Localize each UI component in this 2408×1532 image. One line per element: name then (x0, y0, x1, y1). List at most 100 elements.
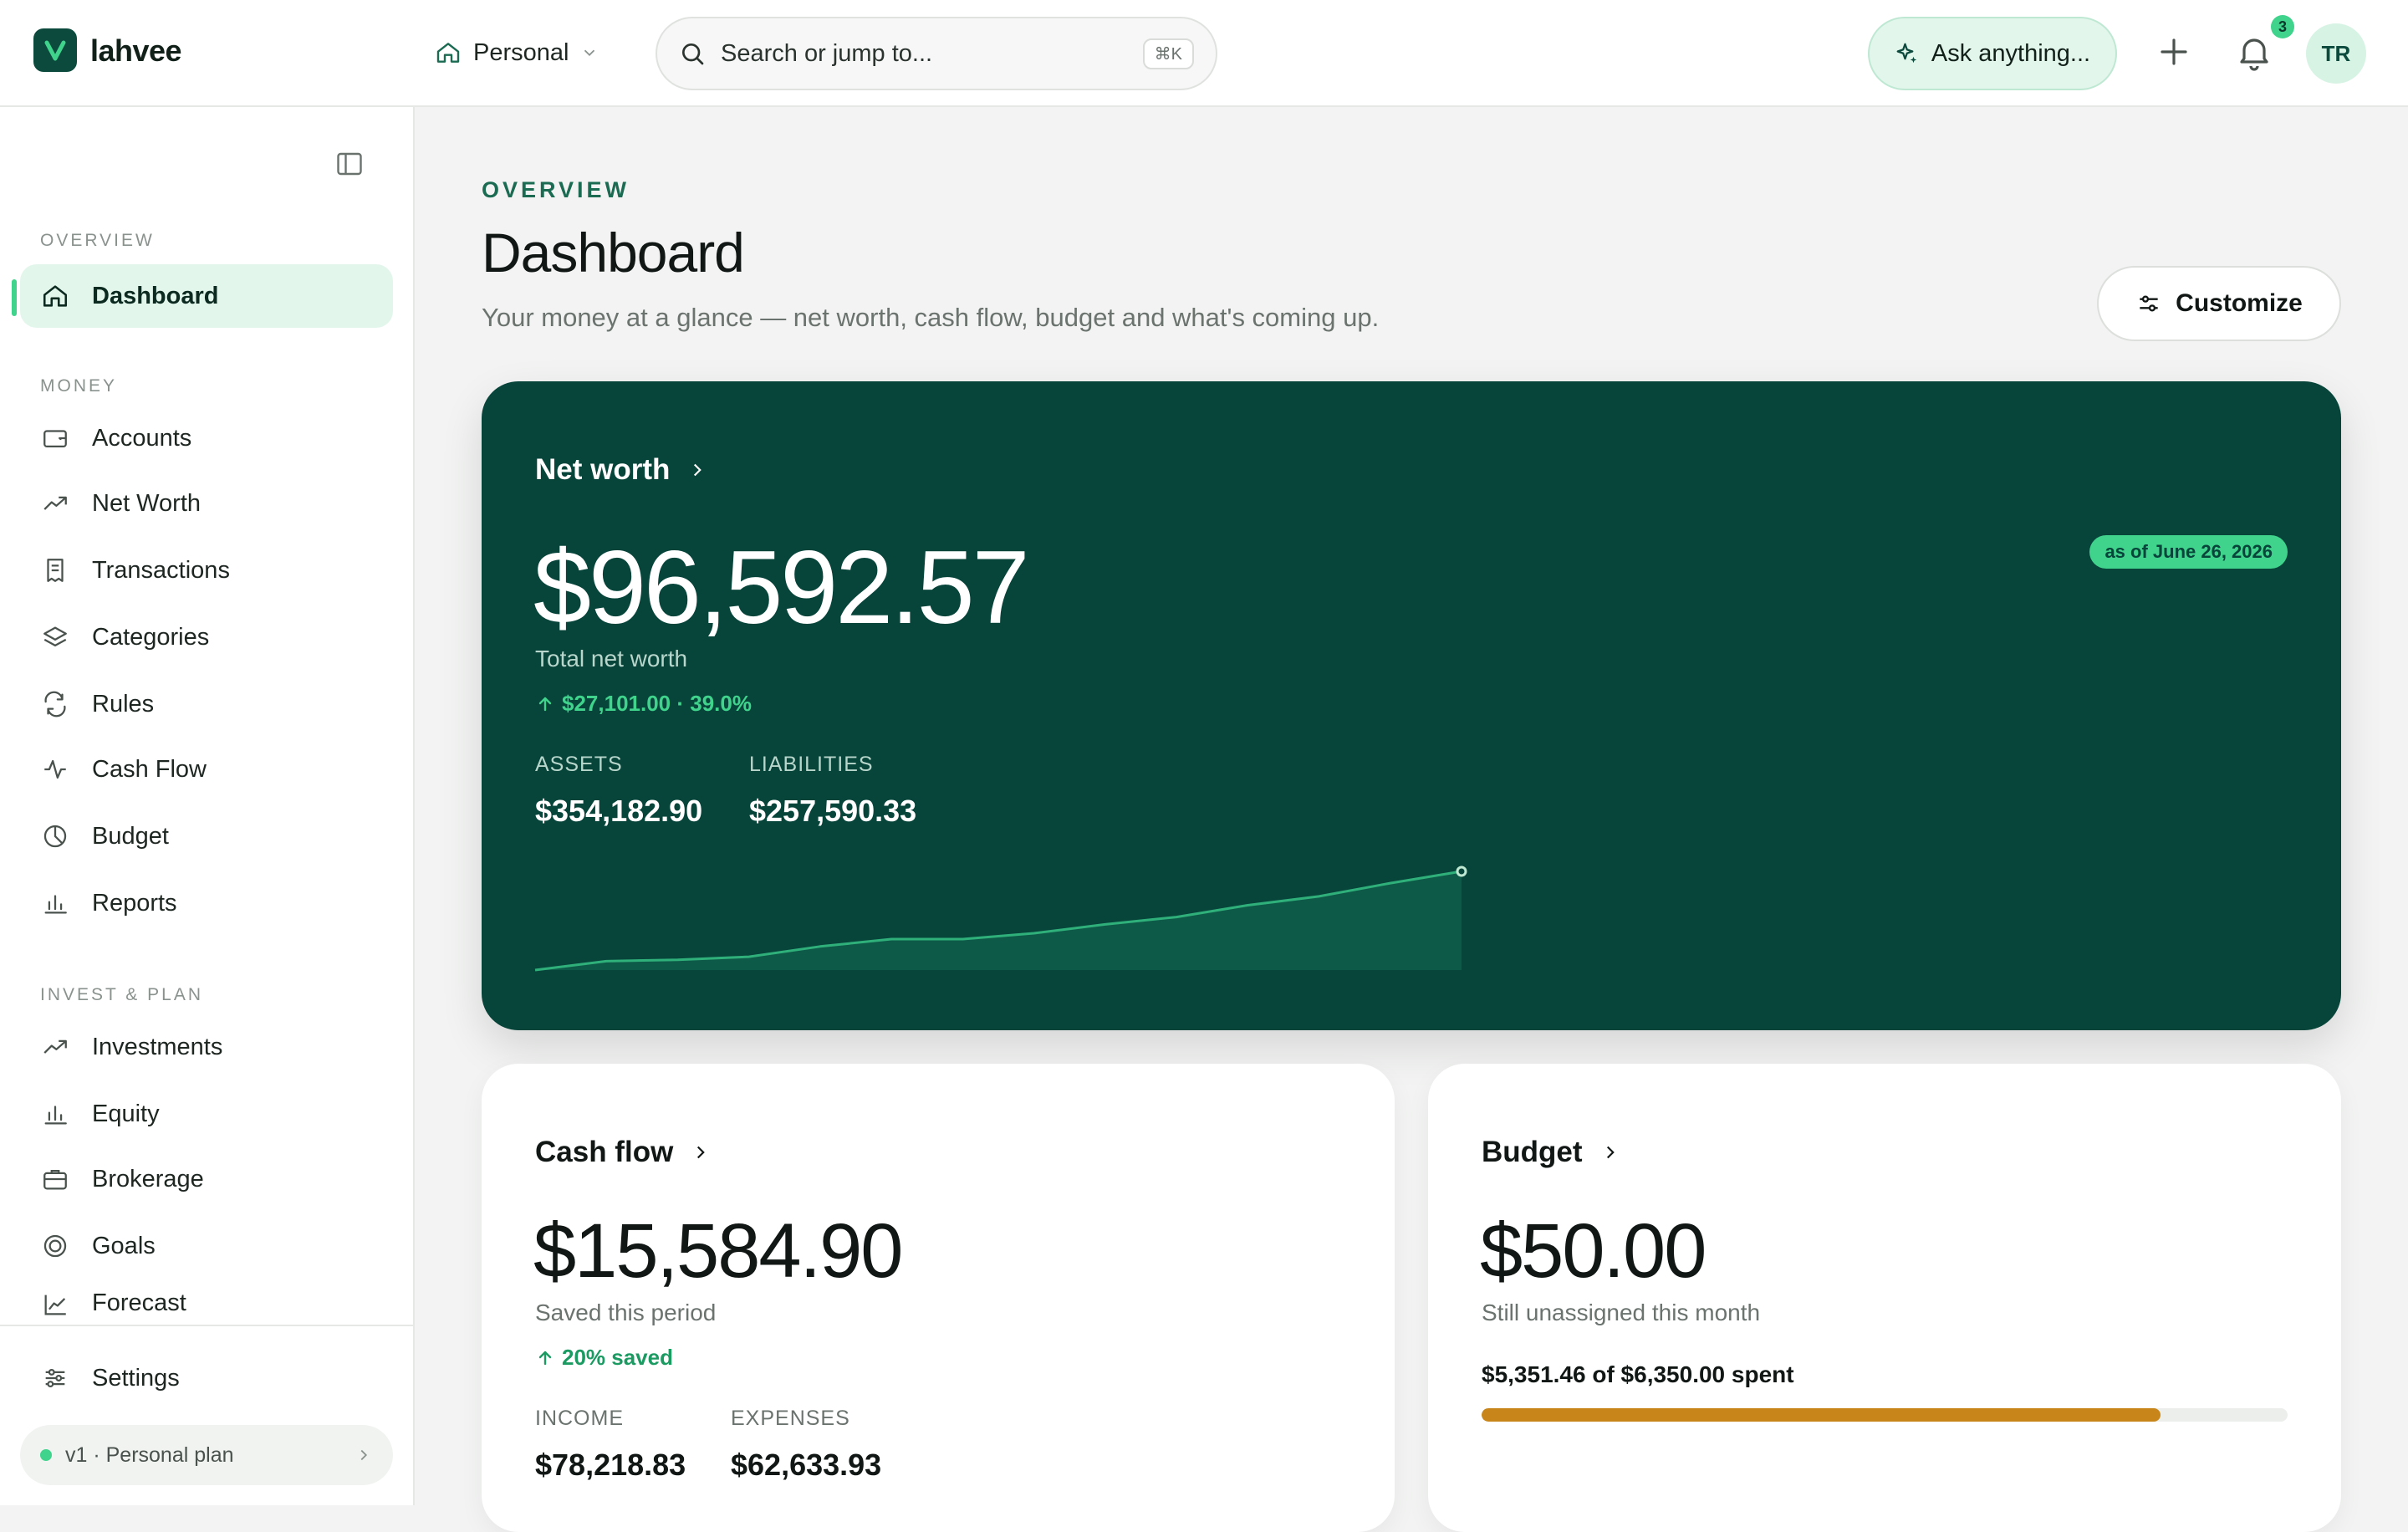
plan-badge[interactable]: v1 · Personal plan (20, 1425, 393, 1485)
top-bar: lahvee Personal Search or jump to... ⌘K … (0, 0, 2408, 107)
target-icon (43, 1234, 67, 1258)
sidebar-item-brokerage[interactable]: Brokerage (20, 1147, 393, 1211)
arrow-up-icon (538, 1351, 552, 1365)
sidebar-item-investments[interactable]: Investments (20, 1015, 393, 1079)
workspace-switcher[interactable]: Personal (435, 33, 599, 72)
plus-icon (2161, 38, 2187, 65)
sidebar-item-equity[interactable]: Equity (20, 1082, 393, 1146)
chevron-right-icon (697, 1146, 706, 1159)
sidebar-item-label: Dashboard (92, 282, 219, 309)
net-worth-value: $96,592.57 (533, 530, 1030, 646)
collapse-sidebar-button[interactable] (334, 149, 365, 179)
cash-flow-header[interactable]: Cash flow (535, 1136, 712, 1169)
sidebar-item-label: Categories (92, 623, 210, 651)
plan-status-dot (40, 1449, 52, 1461)
plan-label: v1 · Personal plan (65, 1443, 234, 1467)
workspace-name: Personal (473, 38, 569, 66)
search-shortcut: ⌘K (1142, 38, 1194, 69)
home-icon (436, 43, 460, 63)
budget-card: Budget $50.00 Still unassigned this mont… (1428, 1064, 2341, 1532)
page-eyebrow: OVERVIEW (482, 177, 630, 202)
liabilities-label: LIABILITIES (749, 753, 874, 776)
customize-button[interactable]: Customize (2097, 266, 2341, 341)
budget-label: Still unassigned this month (1482, 1300, 1761, 1325)
sidebar-divider (0, 1325, 415, 1326)
sidebar-item-goals[interactable]: Goals (20, 1214, 393, 1278)
cash-flow-label: Saved this period (535, 1300, 717, 1325)
expenses-stat: EXPENSES $62,633.93 (731, 1407, 881, 1483)
section-money-label: MONEY (40, 376, 118, 396)
sidebar-item-label: Rules (92, 690, 155, 717)
sidebar-item-label: Budget (92, 822, 169, 850)
notifications-button[interactable] (2234, 32, 2274, 72)
sparkline-area (535, 871, 1462, 970)
budget-progress-fill (1482, 1408, 2161, 1422)
chevron-right-icon (1606, 1146, 1615, 1159)
ask-anything-button[interactable]: Ask anything... (1868, 17, 2117, 90)
net-worth-header[interactable]: Net worth (535, 453, 708, 487)
search-input[interactable]: Search or jump to... (721, 40, 1128, 68)
cash-flow-value: $15,584.90 (533, 1208, 903, 1294)
line-chart-icon (44, 1295, 66, 1315)
sidebar-item-net-worth[interactable]: Net Worth (20, 472, 393, 535)
brand-logo[interactable] (33, 28, 77, 72)
sidebar-item-rules[interactable]: Rules (20, 672, 393, 736)
sidebar-item-accounts[interactable]: Accounts (20, 406, 393, 470)
sidebar-item-forecast[interactable]: Forecast (20, 1279, 393, 1325)
budget-value: $50.00 (1480, 1208, 1707, 1294)
cash-flow-change: 20% saved (535, 1345, 673, 1371)
sidebar-item-label: Brokerage (92, 1165, 204, 1192)
sparkline-end-point (1456, 866, 1467, 877)
sidebar-item-label: Forecast (92, 1289, 186, 1316)
sidebar: OVERVIEW Dashboard MONEY Accounts Net Wo… (0, 107, 415, 1505)
active-indicator (12, 279, 17, 316)
arrow-up-icon (538, 697, 552, 711)
ask-anything-label: Ask anything... (1931, 39, 2091, 67)
bar-chart-icon (44, 895, 67, 914)
home-icon (43, 285, 68, 307)
sidebar-item-label: Net Worth (92, 489, 202, 517)
user-avatar[interactable]: TR (2306, 23, 2366, 84)
net-worth-change-value: $27,101.00 · 39.0% (562, 691, 752, 716)
sidebar-item-budget[interactable]: Budget (20, 804, 393, 868)
trending-up-icon (43, 496, 67, 510)
budget-spent-text: $5,351.46 of $6,350.00 spent (1482, 1361, 1794, 1387)
add-button[interactable] (2154, 32, 2194, 72)
page-subtitle: Your money at a glance — net worth, cash… (482, 303, 1380, 332)
logo-v-icon (44, 40, 66, 61)
sidebar-item-label: Settings (92, 1364, 180, 1392)
sidebar-item-reports[interactable]: Reports (20, 871, 393, 935)
page-title: Dashboard (482, 222, 745, 283)
expenses-label: EXPENSES (731, 1407, 850, 1430)
cash-flow-card: Cash flow $15,584.90 Saved this period 2… (482, 1064, 1395, 1532)
search-bar[interactable]: Search or jump to... ⌘K (656, 17, 1217, 90)
sidebar-item-dashboard[interactable]: Dashboard (20, 264, 393, 328)
customize-label: Customize (2176, 289, 2303, 317)
wallet-icon (43, 430, 67, 448)
budget-header[interactable]: Budget (1482, 1136, 1621, 1169)
cash-flow-title: Cash flow (535, 1136, 674, 1168)
budget-title: Budget (1482, 1136, 1583, 1168)
budget-progress-track (1482, 1408, 2288, 1422)
net-worth-title: Net worth (535, 453, 671, 486)
expenses-value: $62,633.93 (731, 1448, 882, 1482)
liabilities-value: $257,590.33 (749, 794, 917, 828)
net-worth-card: Net worth as of June 26, 2026 $96,592.57… (482, 381, 2341, 1030)
sidebar-item-label: Equity (92, 1100, 160, 1127)
activity-icon (44, 759, 66, 779)
cash-flow-change-value: 20% saved (562, 1345, 673, 1370)
assets-value: $354,182.90 (535, 794, 703, 828)
as-of-date-badge: as of June 26, 2026 (2089, 535, 2288, 569)
sidebar-item-transactions[interactable]: Transactions (20, 539, 393, 602)
pie-icon (43, 825, 67, 848)
sidebar-item-categories[interactable]: Categories (20, 605, 393, 669)
sidebar-item-cash-flow[interactable]: Cash Flow (20, 738, 393, 801)
sidebar-item-label: Transactions (92, 556, 230, 584)
sidebar-item-settings[interactable]: Settings (20, 1346, 393, 1410)
sidebar-toggle-icon (337, 152, 362, 176)
assets-stat: ASSETS $354,182.90 (535, 753, 702, 829)
layers-icon (43, 626, 67, 647)
section-overview-label: OVERVIEW (40, 231, 155, 250)
brand-name[interactable]: lahvee (90, 33, 182, 69)
net-worth-change: $27,101.00 · 39.0% (535, 691, 752, 717)
